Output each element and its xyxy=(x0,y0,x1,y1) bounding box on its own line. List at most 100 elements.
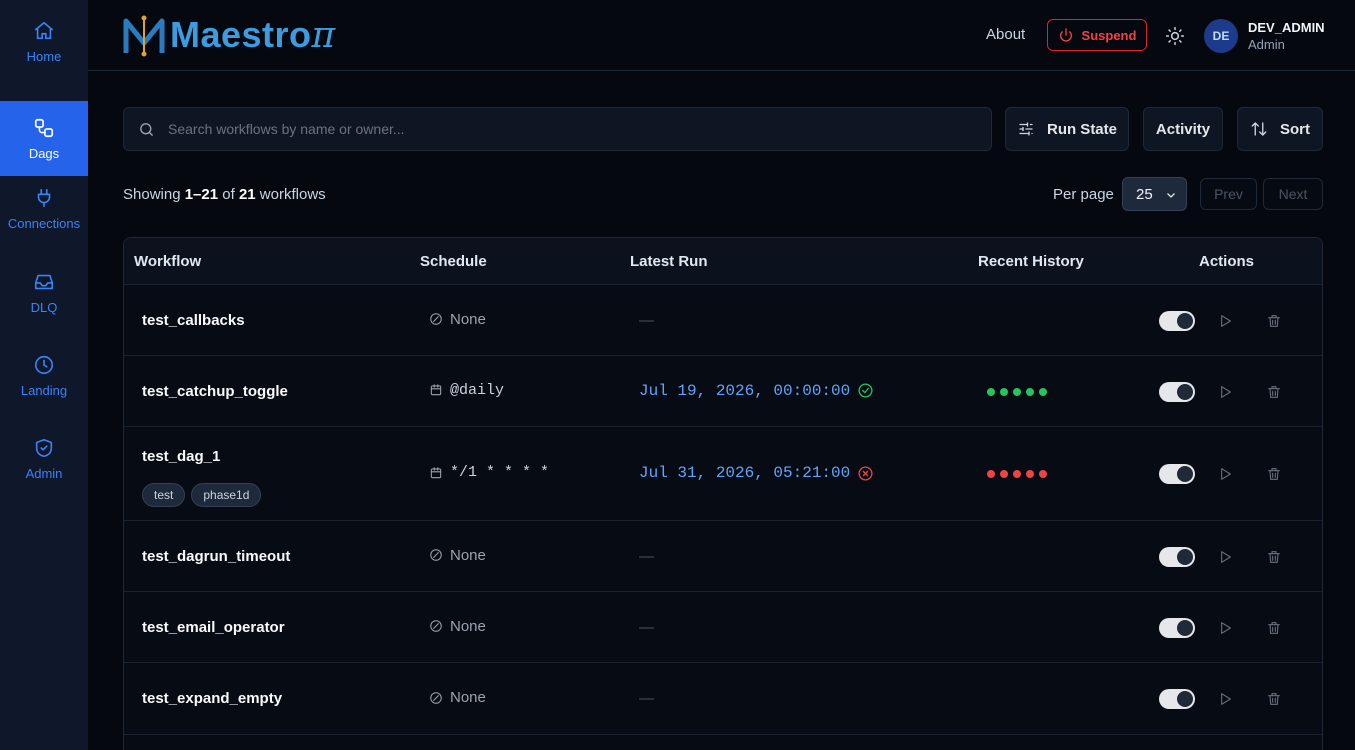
history-dot-success[interactable] xyxy=(1000,387,1008,396)
history-dot-failed[interactable] xyxy=(987,470,995,478)
table-row: test_catchup_toggle @daily Jul 19, 2026, 0… xyxy=(124,355,1322,426)
user-role: Admin xyxy=(1248,37,1285,52)
home-icon xyxy=(33,20,55,42)
trigger-run-icon[interactable] xyxy=(1216,312,1234,330)
history-dot-success[interactable] xyxy=(1039,387,1047,396)
history-dot-failed[interactable] xyxy=(1039,470,1047,478)
table-row xyxy=(124,734,1322,750)
latest-run[interactable]: Jul 19, 2026, 00:00:00 xyxy=(639,382,874,400)
inbox-icon xyxy=(33,271,55,293)
column-header-actions: Actions xyxy=(1199,253,1255,270)
latest-run-empty: — xyxy=(639,311,654,329)
pause-toggle[interactable] xyxy=(1159,381,1195,402)
pause-toggle[interactable] xyxy=(1159,546,1195,567)
delete-trash-icon[interactable] xyxy=(1265,312,1283,330)
schedule-text: None xyxy=(450,546,486,564)
sort-label: Sort xyxy=(1280,120,1310,138)
success-check-icon xyxy=(857,382,874,399)
trigger-run-icon[interactable] xyxy=(1216,548,1234,566)
activity-filter-button[interactable]: Activity xyxy=(1143,107,1223,151)
per-page-select[interactable]: 25 xyxy=(1122,177,1187,211)
latest-run-time: Jul 19, 2026, 00:00:00 xyxy=(639,381,851,400)
run-state-filter-button[interactable]: Run State xyxy=(1005,107,1129,151)
sidebar-item-dags[interactable]: Dags xyxy=(0,101,88,176)
sidebar-item-dlq[interactable]: DLQ xyxy=(0,255,88,330)
about-link[interactable]: About xyxy=(986,26,1025,43)
column-header-schedule[interactable]: Schedule xyxy=(420,253,487,270)
workflow-name[interactable]: test_catchup_toggle xyxy=(142,383,288,400)
delete-trash-icon[interactable] xyxy=(1265,619,1283,637)
column-header-latest-run[interactable]: Latest Run xyxy=(630,253,708,270)
delete-trash-icon[interactable] xyxy=(1265,465,1283,483)
table-row: test_expand_empty None — xyxy=(124,662,1322,734)
delete-trash-icon[interactable] xyxy=(1265,548,1283,566)
history-dot-success[interactable] xyxy=(1013,387,1021,396)
logo-text: Maestroπ xyxy=(170,14,336,56)
table-row: test_email_operator None — xyxy=(124,591,1322,662)
tag-chip[interactable]: phase1d xyxy=(191,483,262,507)
pause-toggle[interactable] xyxy=(1159,617,1195,638)
no-schedule-icon xyxy=(429,691,443,705)
avatar[interactable]: DE xyxy=(1204,19,1238,53)
prev-page-button[interactable]: Prev xyxy=(1200,178,1257,210)
app-logo[interactable]: Maestroπ xyxy=(122,12,336,58)
table-row: test_callbacks None — xyxy=(124,284,1322,355)
no-schedule-icon xyxy=(429,312,443,326)
workflow-name[interactable]: test_callbacks xyxy=(142,312,245,329)
recent-history xyxy=(987,470,1047,478)
history-dot-failed[interactable] xyxy=(1013,470,1021,478)
next-page-button[interactable]: Next xyxy=(1263,178,1323,210)
sidebar-item-label: Landing xyxy=(20,382,68,398)
toggle-knob xyxy=(1177,619,1193,636)
sidebar-item-label: DLQ xyxy=(30,299,58,315)
schedule-cell: */1 * * * * xyxy=(429,464,549,481)
pause-toggle[interactable] xyxy=(1159,689,1195,709)
column-header-workflow[interactable]: Workflow xyxy=(134,253,201,270)
latest-run-empty: — xyxy=(639,618,654,636)
toggle-knob xyxy=(1177,691,1193,707)
trigger-run-icon[interactable] xyxy=(1216,690,1234,708)
schedule-text: None xyxy=(450,689,486,706)
trigger-run-icon[interactable] xyxy=(1216,465,1234,483)
history-dot-failed[interactable] xyxy=(1026,470,1034,478)
schedule-cell: None xyxy=(429,689,486,706)
toggle-knob xyxy=(1177,466,1193,482)
run-state-label: Run State xyxy=(1046,120,1117,138)
history-dot-success[interactable] xyxy=(1026,387,1034,396)
sort-arrows-icon xyxy=(1251,122,1267,136)
workflow-name[interactable]: test_email_operator xyxy=(142,619,285,636)
workflow-name[interactable]: test_expand_empty xyxy=(142,690,282,707)
trigger-run-icon[interactable] xyxy=(1216,619,1234,637)
column-header-recent-history: Recent History xyxy=(978,253,1084,270)
trigger-run-icon[interactable] xyxy=(1216,383,1234,401)
tag-list: test phase1d xyxy=(142,483,262,507)
failed-x-icon xyxy=(857,465,874,482)
history-dot-failed[interactable] xyxy=(1000,470,1008,478)
user-name: DEV_ADMIN xyxy=(1248,20,1325,35)
sidebar-item-home[interactable]: Home xyxy=(0,4,88,79)
sidebar-item-connections[interactable]: Connections xyxy=(0,171,88,246)
delete-trash-icon[interactable] xyxy=(1265,383,1283,401)
sidebar-item-admin[interactable]: Admin xyxy=(0,421,88,496)
tag-chip[interactable]: test xyxy=(142,483,186,507)
history-dot-success[interactable] xyxy=(987,387,995,396)
clock-icon xyxy=(33,354,55,376)
sort-button[interactable]: Sort xyxy=(1237,107,1323,151)
workflow-name[interactable]: test_dagrun_timeout xyxy=(142,548,290,565)
latest-run[interactable]: Jul 31, 2026, 05:21:00 xyxy=(639,464,874,482)
workflow-name[interactable]: test_dag_1 xyxy=(142,448,220,465)
no-schedule-icon xyxy=(429,548,443,562)
pause-toggle[interactable] xyxy=(1159,464,1195,484)
calendar-icon xyxy=(429,383,443,397)
suspend-button[interactable]: Suspend xyxy=(1047,19,1147,51)
toggle-knob xyxy=(1177,548,1193,565)
theme-toggle-button[interactable] xyxy=(1163,24,1187,48)
top-header: Maestroπ About Suspend DE DEV_ADMIN Admi… xyxy=(88,0,1355,71)
sliders-icon xyxy=(1019,122,1033,136)
schedule-text: */1 * * * * xyxy=(450,464,550,481)
pause-toggle[interactable] xyxy=(1159,310,1195,331)
search-input[interactable] xyxy=(168,121,968,137)
sidebar-item-landing[interactable]: Landing xyxy=(0,338,88,413)
delete-trash-icon[interactable] xyxy=(1265,690,1283,708)
plug-icon xyxy=(33,187,55,209)
